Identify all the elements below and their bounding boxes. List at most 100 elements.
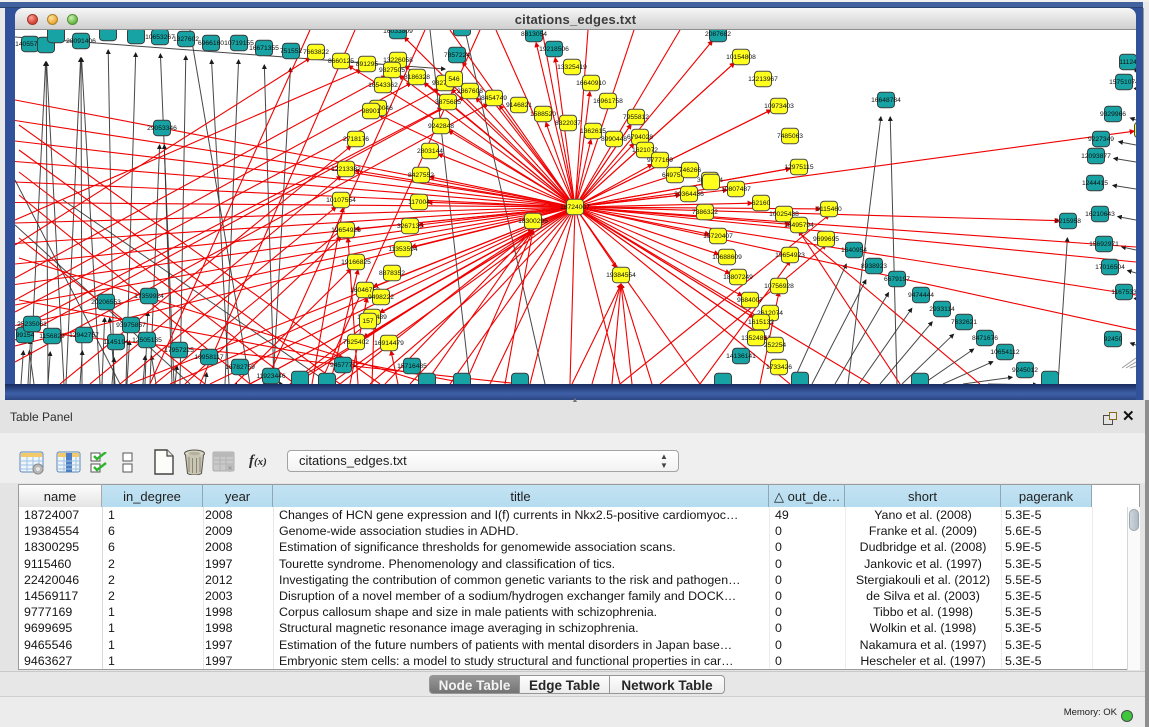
svg-text:7632621: 7632621 <box>951 319 977 326</box>
svg-text:2803144: 2803144 <box>417 148 443 155</box>
svg-text:8427552: 8427552 <box>408 172 434 179</box>
svg-text:18300295: 18300295 <box>518 218 548 225</box>
svg-text:117004: 117004 <box>408 199 430 206</box>
svg-text:9457771: 9457771 <box>330 362 356 369</box>
svg-text:19654923: 19654923 <box>775 252 805 259</box>
svg-text:1167533: 1167533 <box>1111 289 1136 296</box>
svg-text:11353594: 11353594 <box>388 246 418 253</box>
svg-text:1733426: 1733426 <box>766 364 792 371</box>
svg-text:9245012: 9245012 <box>1012 367 1038 374</box>
svg-text:2087682: 2087682 <box>705 31 731 38</box>
svg-text:9227349: 9227349 <box>1088 136 1114 143</box>
svg-text:9146821: 9146821 <box>506 102 532 109</box>
svg-text:16210643: 16210643 <box>1085 211 1115 218</box>
svg-text:11923446: 11923446 <box>256 373 286 380</box>
svg-text:7857224: 7857224 <box>444 52 470 59</box>
svg-text:62160: 62160 <box>752 200 771 207</box>
svg-text:8813054: 8813054 <box>521 31 547 38</box>
svg-text:10807487: 10807487 <box>721 186 751 193</box>
svg-text:16914479: 16914479 <box>374 340 404 347</box>
svg-text:93975857: 93975857 <box>116 322 146 329</box>
svg-text:13325419: 13325419 <box>557 64 587 71</box>
svg-text:8215958: 8215958 <box>1055 218 1081 225</box>
svg-text:8454749: 8454749 <box>481 95 507 102</box>
svg-text:16543362: 16543362 <box>368 82 398 89</box>
svg-text:9498222: 9498222 <box>368 294 394 301</box>
svg-text:891295: 891295 <box>356 61 379 68</box>
svg-text:10107554: 10107554 <box>326 197 356 204</box>
svg-text:1244415: 1244415 <box>1082 180 1108 187</box>
svg-text:18807249: 18807249 <box>723 274 753 281</box>
svg-text:3267130: 3267130 <box>397 223 423 230</box>
svg-text:9684007: 9684007 <box>737 297 763 304</box>
svg-text:3875685: 3875685 <box>435 99 461 106</box>
svg-text:20206553: 20206553 <box>91 299 121 306</box>
svg-text:15720407: 15720407 <box>703 233 733 240</box>
svg-text:18495794: 18495794 <box>784 222 814 229</box>
svg-text:17359924: 17359924 <box>134 293 164 300</box>
svg-text:9327505: 9327505 <box>379 67 405 74</box>
svg-text:746266: 746266 <box>679 167 702 174</box>
svg-text:252254: 252254 <box>764 342 787 349</box>
svg-text:12093877: 12093877 <box>1081 153 1111 160</box>
svg-text:157: 157 <box>362 318 373 325</box>
svg-text:10973403: 10973403 <box>764 103 794 110</box>
svg-text:16640910: 16640910 <box>576 80 606 87</box>
svg-text:10756928: 10756928 <box>764 283 794 290</box>
svg-text:10654112: 10654112 <box>990 349 1020 356</box>
svg-text:6794028: 6794028 <box>627 134 653 141</box>
svg-text:7663822: 7663822 <box>303 49 329 56</box>
svg-text:1615132: 1615132 <box>748 319 774 326</box>
svg-text:1362615: 1362615 <box>580 128 606 135</box>
svg-text:19384554: 19384554 <box>606 272 636 279</box>
svg-text:546: 546 <box>448 76 459 83</box>
svg-text:9699695: 9699695 <box>813 236 839 243</box>
svg-text:10688609: 10688609 <box>712 254 742 261</box>
svg-text:12942757: 12942757 <box>69 332 99 339</box>
svg-text:92450: 92450 <box>1104 336 1123 343</box>
svg-text:1145194: 1145194 <box>103 339 129 346</box>
svg-text:8660125: 8660125 <box>328 58 354 65</box>
svg-text:2933114: 2933114 <box>929 306 955 313</box>
svg-text:1327602: 1327602 <box>173 36 199 43</box>
svg-text:7625402: 7625402 <box>343 339 369 346</box>
svg-text:12505135: 12505135 <box>132 337 162 344</box>
svg-text:1640954: 1640954 <box>841 247 867 254</box>
svg-text:19218506: 19218506 <box>539 46 569 53</box>
svg-text:10958117: 10958117 <box>194 354 224 361</box>
svg-text:20364436: 20364436 <box>674 191 704 198</box>
svg-text:7386322: 7386322 <box>692 209 718 216</box>
svg-text:16961758: 16961758 <box>593 98 623 105</box>
svg-text:1588520: 1588520 <box>530 111 556 118</box>
svg-text:29053346: 29053346 <box>147 125 177 132</box>
svg-text:12213967: 12213967 <box>748 76 778 83</box>
svg-text:15716485: 15716485 <box>397 363 427 370</box>
svg-text:99154: 99154 <box>16 332 35 339</box>
svg-text:8938923: 8938923 <box>861 263 887 270</box>
svg-text:8186328: 8186328 <box>404 74 430 81</box>
svg-text:16782759: 16782759 <box>225 364 255 371</box>
svg-text:8878352: 8878352 <box>379 270 405 277</box>
svg-text:98901: 98901 <box>362 108 381 115</box>
svg-text:7955812: 7955812 <box>623 114 649 121</box>
svg-text:10653267: 10653267 <box>145 34 175 41</box>
svg-text:28091406: 28091406 <box>66 38 96 45</box>
svg-text:8322037: 8322037 <box>555 120 581 127</box>
svg-text:16033809: 16033809 <box>383 30 413 35</box>
svg-text:12975115: 12975115 <box>784 164 814 171</box>
svg-text:9474444: 9474444 <box>908 292 934 299</box>
svg-text:8990448: 8990448 <box>601 136 627 143</box>
svg-text:9777169: 9777169 <box>647 157 673 164</box>
svg-text:15751074: 15751074 <box>1109 79 1136 86</box>
svg-text:12213382: 12213382 <box>331 166 361 173</box>
svg-text:19166825: 19166825 <box>341 259 371 266</box>
svg-text:9115460: 9115460 <box>816 206 842 213</box>
svg-text:6679197: 6679197 <box>884 276 910 283</box>
svg-text:19654925: 19654925 <box>331 227 361 234</box>
svg-text:7485063: 7485063 <box>777 133 803 140</box>
svg-text:25235061: 25235061 <box>17 321 47 328</box>
svg-text:18724007: 18724007 <box>560 204 590 211</box>
svg-text:17957225: 17957225 <box>164 347 194 354</box>
svg-text:1156829: 1156829 <box>39 333 65 340</box>
svg-text:751552: 751552 <box>280 48 303 55</box>
